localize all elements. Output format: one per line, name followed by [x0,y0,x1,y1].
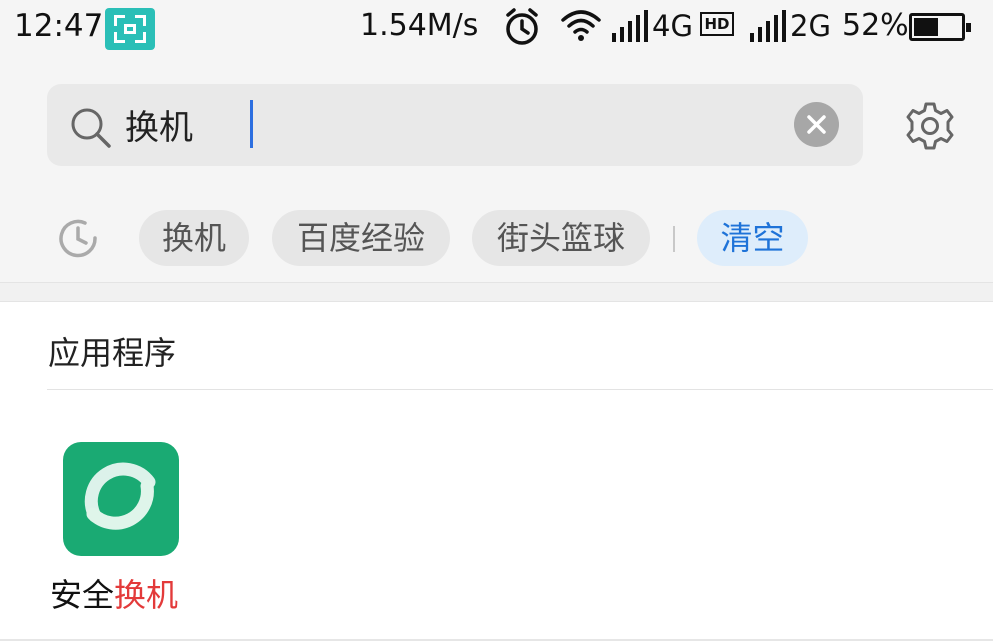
history-chip[interactable]: 街头篮球 [472,210,650,266]
signal-icon-sim1 [612,10,648,42]
status-time: 12:47 [14,8,104,44]
app-switch-icon[interactable] [63,442,179,556]
app-name-highlight: 换机 [114,576,179,614]
history-chip[interactable]: 百度经验 [272,210,450,266]
screenshot-scan-icon[interactable] [105,8,155,50]
text-cursor [250,100,253,148]
network-type-sim2: 2G [790,9,831,43]
status-bar: 12:47 1.54M/s 4G HD 2G 52% [0,0,993,56]
app-name: 安全换机 [50,570,200,616]
history-chip[interactable]: 换机 [139,210,249,266]
history-divider [673,226,675,252]
search-history: 换机 百度经验 街头篮球 清空 [0,210,993,266]
search-icon [71,108,111,148]
hd-badge: HD [700,12,734,36]
history-clock-icon [59,219,97,258]
battery-percent: 52% [842,8,909,43]
clear-search-button[interactable] [794,102,839,147]
search-bar[interactable] [47,84,863,166]
close-icon [807,115,826,134]
battery-icon [909,13,971,41]
clear-history-button[interactable]: 清空 [697,210,808,266]
bottom-border [0,639,993,641]
signal-icon-sim2 [750,10,786,42]
battery-fill [914,18,938,36]
section-title-apps: 应用程序 [48,334,177,372]
gear-icon[interactable] [904,100,956,152]
network-speed: 1.54M/s [360,8,479,43]
alarm-icon [506,8,538,45]
search-input[interactable] [125,94,725,154]
app-name-prefix: 安全 [50,576,115,614]
network-type-sim1: 4G [652,9,693,43]
section-separator [0,282,993,302]
wifi-icon [561,10,601,41]
section-divider [47,389,993,390]
